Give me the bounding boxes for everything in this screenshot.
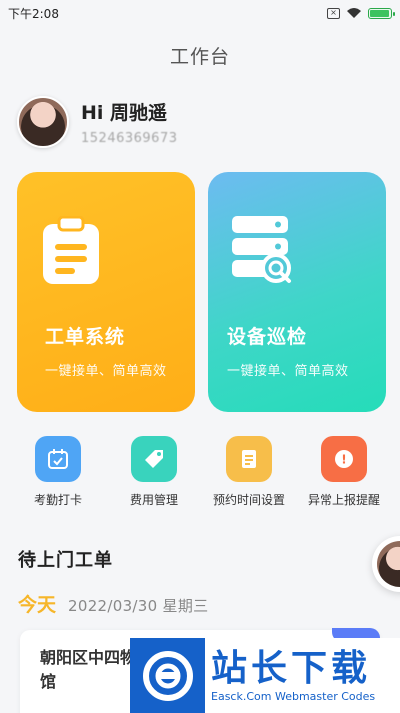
user-info: Hi 周驰遥 15246369673 xyxy=(81,98,177,146)
status-icons: × xyxy=(327,7,395,19)
watermark: 站长下载 Easck.Com Webmaster Codes xyxy=(130,638,400,713)
work-order-title: 工单系统 xyxy=(45,326,126,348)
floating-avatar-image xyxy=(377,541,400,587)
quick-action-label: 费用管理 xyxy=(129,493,178,507)
server-search-icon xyxy=(232,216,291,283)
today-label: 今天 xyxy=(18,594,57,616)
clipboard-icon xyxy=(43,216,99,284)
quick-action-attendance[interactable]: 考勤打卡 xyxy=(8,436,108,508)
svg-text:!: ! xyxy=(341,453,346,467)
wifi-icon xyxy=(347,8,361,18)
page-title: 工作台 xyxy=(169,46,230,68)
work-order-subtitle: 一键接单、简单高效 xyxy=(45,364,167,379)
pending-orders-title: 待上门工单 xyxy=(18,550,113,571)
inspection-subtitle: 一键接单、简单高效 xyxy=(227,364,349,379)
work-order-card[interactable]: 工单系统 一键接单、简单高效 xyxy=(17,172,195,412)
user-profile[interactable]: Hi 周驰遥 15246369673 xyxy=(17,96,177,148)
watermark-logo-icon xyxy=(130,638,205,713)
avatar[interactable] xyxy=(17,96,69,148)
floating-avatar-button[interactable] xyxy=(372,536,400,592)
sim-card-icon: × xyxy=(327,7,340,19)
quick-action-appointment[interactable]: 预约时间设置 xyxy=(199,436,299,508)
watermark-cn: 站长下载 xyxy=(211,648,372,689)
quick-action-label: 预约时间设置 xyxy=(212,493,285,507)
quick-actions: 考勤打卡 费用管理 预约时间设置 ! 异常上报提醒 xyxy=(0,436,400,516)
document-icon xyxy=(226,436,272,482)
battery-level xyxy=(370,9,389,17)
tag-icon xyxy=(131,436,177,482)
quick-action-label: 考勤打卡 xyxy=(33,493,82,507)
user-greeting: Hi 周驰遥 xyxy=(81,102,168,124)
status-time: 下午2:08 xyxy=(8,6,59,21)
watermark-en: Easck.Com Webmaster Codes xyxy=(211,690,376,703)
quick-action-expense[interactable]: 费用管理 xyxy=(104,436,204,508)
date-row: 今天 2022/03/30 星期三 xyxy=(18,590,208,617)
current-date: 2022/03/30 星期三 xyxy=(68,597,209,615)
calendar-check-icon xyxy=(35,436,81,482)
inspection-title: 设备巡检 xyxy=(227,326,308,348)
alert-badge-icon: ! xyxy=(321,436,367,482)
watermark-text: 站长下载 Easck.Com Webmaster Codes xyxy=(211,648,375,703)
status-bar: 下午2:08 × xyxy=(0,0,400,26)
inspection-card[interactable]: 设备巡检 一键接单、简单高效 xyxy=(208,172,386,412)
workbench-screen: 下午2:08 × 工作台 Hi 周驰遥 15246369673 工单系统 一键接… xyxy=(0,0,400,713)
quick-action-exception[interactable]: ! 异常上报提醒 xyxy=(294,436,394,508)
user-phone: 15246369673 xyxy=(81,131,178,146)
quick-action-label: 异常上报提醒 xyxy=(307,493,380,507)
battery-icon xyxy=(368,7,395,19)
